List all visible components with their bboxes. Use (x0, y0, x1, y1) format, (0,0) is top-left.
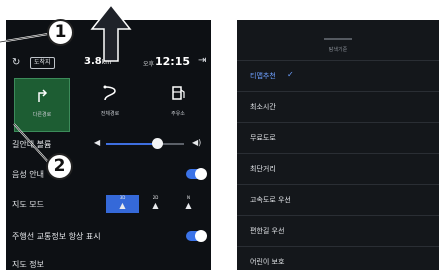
voice-guidance-label: 음성 안내 (12, 170, 44, 179)
map-mode-north[interactable]: N ▲ (172, 195, 205, 213)
map-mode-row: 지도 모드 3D ▲ 2D ▲ N ▲ (6, 192, 211, 216)
route-criteria-option[interactable]: 어린이 보호 (237, 246, 439, 270)
map-mode-label: 지도 모드 (12, 200, 44, 209)
time-ampm: 오후 (143, 61, 155, 68)
gas-station-icon (172, 86, 185, 100)
volume-low-icon: ◀ (94, 138, 101, 147)
route-option-label: 주유소 (171, 111, 185, 117)
route-option-overview[interactable]: 전체경로 (82, 78, 138, 132)
voice-guidance-toggle[interactable] (186, 168, 207, 180)
up-arrow-icon (90, 3, 132, 62)
callout-1: 1 (47, 19, 74, 46)
exit-icon[interactable]: ⇥ (198, 55, 206, 66)
route-criteria-option[interactable]: 최소시간 (237, 91, 439, 122)
map-info-label: 지도 정보 (12, 260, 44, 269)
map-info-row[interactable]: 지도 정보 (6, 252, 211, 270)
route-option-label: 전체경로 (100, 111, 120, 117)
route-criteria-option[interactable]: 무료도로 (237, 122, 439, 153)
route-overview-icon (103, 85, 116, 101)
traffic-info-label: 주행선 교통정보 항상 표시 (12, 232, 101, 241)
route-option-label: 다른경로 (32, 112, 52, 118)
route-criteria-header: 탐색기준 (237, 38, 439, 58)
map-mode-selector: 3D ▲ 2D ▲ N ▲ (106, 195, 206, 213)
route-criteria-option[interactable]: 티맵추천 ✓ (237, 60, 439, 91)
route-option-gas-station[interactable]: 주유소 (150, 78, 206, 132)
callout-2: 2 (46, 153, 73, 180)
route-turn-icon (38, 89, 48, 102)
route-criteria-option[interactable]: 고속도로 우선 (237, 184, 439, 215)
clock-time: 12:15 (155, 55, 191, 68)
traffic-info-toggle[interactable] (186, 230, 207, 242)
top-background (0, 0, 439, 20)
map-mode-3d[interactable]: 3D ▲ (106, 195, 139, 213)
route-criteria-option[interactable]: 최단거리 (237, 153, 439, 184)
map-mode-2d[interactable]: 2D ▲ (139, 195, 172, 213)
volume-slider-knob[interactable] (152, 138, 163, 149)
traffic-info-row: 주행선 교통정보 항상 표시 (6, 224, 211, 248)
route-criteria-screen: 탐색기준 티맵추천 ✓ 최소시간 무료도로 최단거리 고속도로 우선 편한길 우… (237, 20, 439, 270)
route-criteria-option[interactable]: 편한길 우선 (237, 215, 439, 246)
volume-high-icon: ◀) (192, 138, 202, 147)
check-icon: ✓ (287, 70, 294, 79)
